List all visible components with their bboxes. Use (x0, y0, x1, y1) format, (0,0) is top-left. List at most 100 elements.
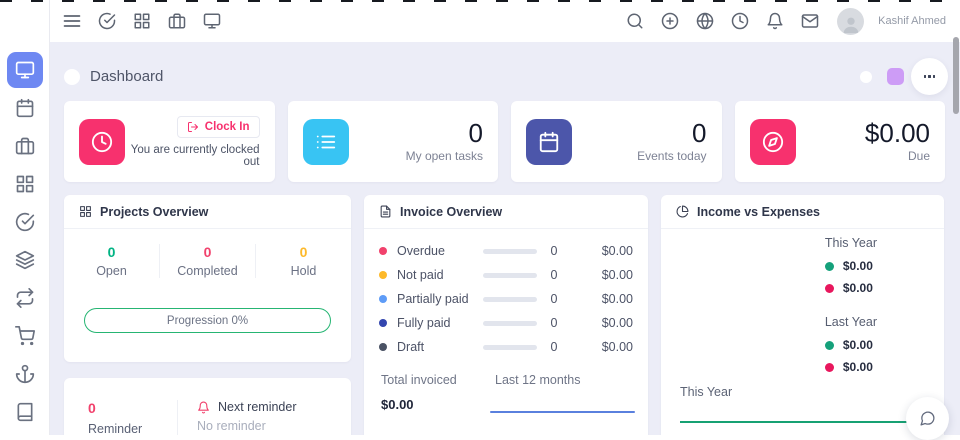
projects-open-stat: 0 Open (64, 244, 160, 278)
projects-completed-stat: 0 Completed (160, 244, 256, 278)
search-button[interactable] (623, 10, 646, 33)
menu-icon (62, 11, 82, 31)
quick-add-button[interactable] (658, 10, 681, 33)
due-card: $0.00 Due (735, 101, 946, 182)
invoice-row-count: 0 (537, 244, 571, 258)
sidebar-item-sales[interactable] (7, 318, 43, 354)
reminder-count-label: Reminder Today (88, 422, 177, 435)
sidebar-item-apps[interactable] (7, 166, 43, 202)
status-dot (379, 343, 387, 351)
invoice-overview-card: Invoice Overview Overdue 0 $0.00 Not pai… (364, 195, 648, 435)
status-dot (379, 319, 387, 327)
invoice-row-count: 0 (537, 268, 571, 282)
user-name[interactable]: Kashif Ahmed (878, 15, 946, 27)
stat-cards-row: Clock In You are currently clocked out 0… (64, 101, 945, 182)
sidebar-item-dashboard[interactable] (7, 52, 43, 88)
open-tasks-card: 0 My open tasks (288, 101, 499, 182)
legend-value: $0.00 (843, 338, 873, 352)
income-vs-expenses-card: Income vs Expenses This Year $0.00 $0.00… (661, 195, 944, 435)
ellipsis-icon (924, 75, 936, 78)
scrollbar-thumb[interactable] (953, 37, 959, 114)
timesheet-button[interactable] (728, 10, 751, 33)
sidebar-item-tasks[interactable] (7, 204, 43, 240)
income-chart-axis-label: This Year (680, 385, 732, 399)
sidebar-item-leads[interactable] (7, 356, 43, 392)
invoice-row-label: Draft (397, 340, 483, 354)
projects-hold-stat: 0 Hold (256, 244, 351, 278)
sidebar-item-projects[interactable] (7, 128, 43, 164)
bell-icon (766, 12, 784, 30)
page-options-button[interactable] (911, 58, 948, 95)
clock-in-card: Clock In You are currently clocked out (64, 101, 275, 182)
invoice-row-count: 0 (537, 316, 571, 330)
shopping-cart-icon (15, 326, 35, 346)
messages-button[interactable] (798, 10, 821, 33)
open-tasks-label: My open tasks (406, 149, 483, 163)
anchor-icon (15, 364, 35, 384)
projects-completed-label: Completed (160, 264, 255, 278)
projects-overview-title: Projects Overview (100, 205, 208, 219)
top-edge-dashes (0, 0, 960, 2)
clock-in-button[interactable]: Clock In (177, 116, 260, 138)
log-out-icon (187, 121, 199, 133)
invoice-row-progress (483, 345, 537, 350)
invoice-overview-title: Invoice Overview (400, 205, 502, 219)
language-button[interactable] (693, 10, 716, 33)
notifications-button[interactable] (763, 10, 786, 33)
main-content: Dashboard Clock In You are currently clo… (50, 42, 960, 435)
sidebar-item-items[interactable] (7, 242, 43, 278)
dashboard-shortcut-button[interactable] (200, 10, 223, 33)
check-circle-icon (98, 12, 116, 30)
legend-group-last-year: Last Year (825, 315, 877, 329)
invoice-row-progress (483, 249, 537, 254)
status-dot (379, 247, 387, 255)
legend-income-this-year: $0.00 (825, 259, 877, 273)
invoice-row-progress (483, 273, 537, 278)
menu-toggle-button[interactable] (60, 10, 83, 33)
sidebar-item-calendar[interactable] (7, 90, 43, 126)
invoice-row-label: Fully paid (397, 316, 483, 330)
income-dot (825, 262, 834, 271)
invoice-row-partially-paid: Partially paid 0 $0.00 (379, 287, 633, 311)
theme-color-swatch[interactable] (887, 68, 904, 85)
legend-expenses-last-year: $0.00 (825, 360, 877, 374)
invoice-row-amount: $0.00 (602, 316, 633, 330)
due-value: $0.00 (865, 120, 930, 147)
book-icon (15, 402, 35, 422)
briefcase-icon (168, 12, 186, 30)
projects-stats: 0 Open 0 Completed 0 Hold (64, 244, 351, 278)
navbar-left-actions (50, 10, 223, 33)
invoice-status-rows: Overdue 0 $0.00 Not paid 0 $0.00 Partial… (364, 229, 648, 359)
check-circle-icon (15, 212, 35, 232)
tasks-shortcut-button[interactable] (95, 10, 118, 33)
status-dot (379, 295, 387, 303)
invoice-row-overdue: Overdue 0 $0.00 (379, 239, 633, 263)
layers-icon (15, 250, 35, 270)
mail-icon (801, 12, 819, 30)
calendar-icon (526, 119, 572, 165)
clock-icon (731, 12, 749, 30)
sidebar-item-subscriptions[interactable] (7, 280, 43, 316)
chat-button[interactable] (906, 397, 949, 440)
status-dot (379, 271, 387, 279)
user-avatar[interactable] (837, 8, 864, 35)
legend-value: $0.00 (843, 281, 873, 295)
legend-income-last-year: $0.00 (825, 338, 877, 352)
sidebar-item-knowledgebase[interactable] (7, 394, 43, 430)
clock-status-text: You are currently clocked out (125, 144, 260, 168)
invoice-sparkline (490, 411, 635, 413)
invoice-row-draft: Draft 0 $0.00 (379, 335, 633, 359)
apps-shortcut-button[interactable] (130, 10, 153, 33)
plus-circle-icon (661, 12, 679, 30)
list-icon (303, 119, 349, 165)
legend-value: $0.00 (843, 259, 873, 273)
next-reminder-value: No reminder (197, 419, 351, 433)
invoice-period-label: Last 12 months (495, 373, 580, 387)
projects-shortcut-button[interactable] (165, 10, 188, 33)
next-reminder-block: Next reminder No reminder (177, 400, 351, 435)
invoice-row-fully-paid: Fully paid 0 $0.00 (379, 311, 633, 335)
top-navbar: Kashif Ahmed (50, 0, 960, 42)
expenses-dot (825, 284, 834, 293)
search-icon (626, 12, 644, 30)
monitor-icon (203, 12, 221, 30)
